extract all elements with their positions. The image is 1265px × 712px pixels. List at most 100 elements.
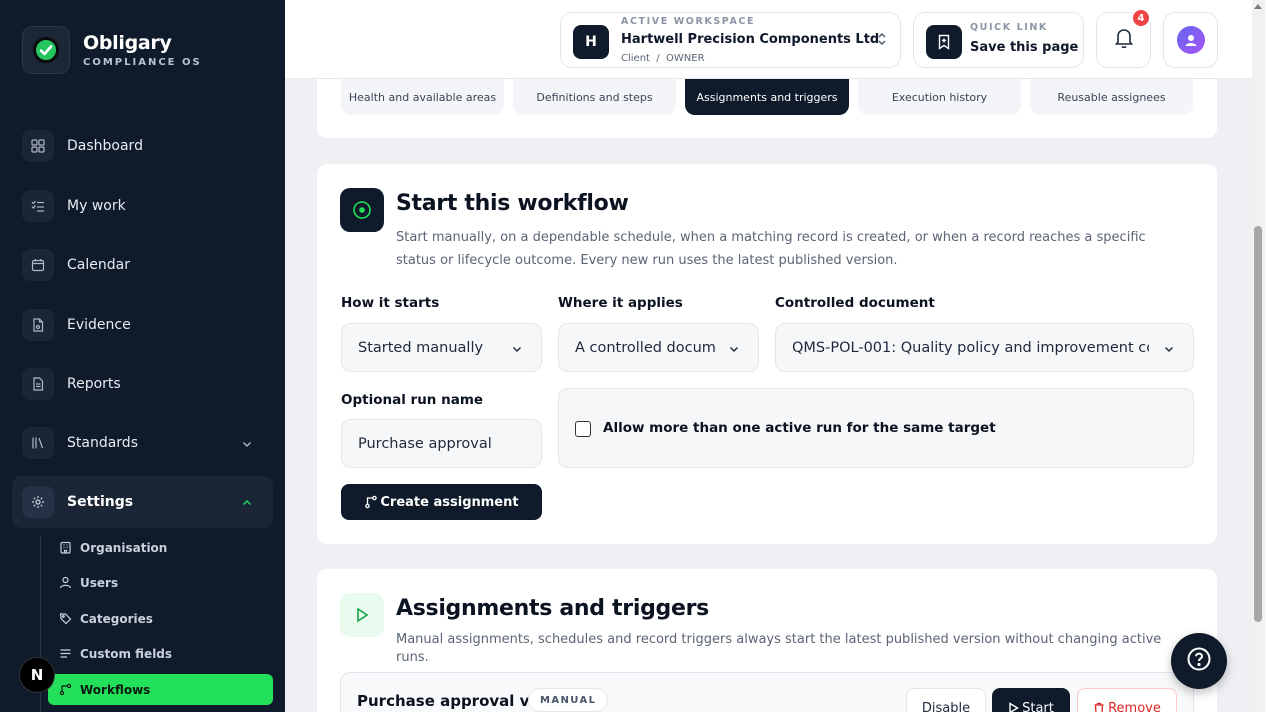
sub-item-organisation[interactable]: Organisation xyxy=(48,532,273,563)
how-it-starts-select[interactable]: Started manually xyxy=(341,323,542,372)
section-title: Start this workflow xyxy=(396,191,629,216)
assignments-card: Assignments and triggers Manual assignme… xyxy=(317,569,1217,712)
select-value: QMS-POL-001: Quality policy and improvem… xyxy=(792,339,1149,356)
sub-item-workflows[interactable]: Workflows xyxy=(48,674,273,705)
run-name-input[interactable]: Purchase approval xyxy=(341,419,542,468)
tab-health-and-available-areas[interactable]: Health and available areas xyxy=(341,79,504,115)
nav-item-standards[interactable]: Standards xyxy=(12,417,273,469)
play-icon xyxy=(1008,702,1019,712)
nav-item-settings[interactable]: Settings xyxy=(12,476,273,528)
workspace-meta: Client / OWNER xyxy=(621,53,705,64)
workspace-caption: ACTIVE WORKSPACE xyxy=(621,16,756,27)
chevron-down-icon xyxy=(241,435,253,454)
building-icon xyxy=(58,541,72,555)
nav-item-label: Evidence xyxy=(67,317,131,333)
scroll-up-arrow[interactable] xyxy=(1254,4,1262,9)
brand-logo xyxy=(22,26,70,74)
calendar-icon xyxy=(22,249,54,281)
top-bar: H ACTIVE WORKSPACE Hartwell Precision Co… xyxy=(285,0,1252,79)
sub-item-users[interactable]: Users xyxy=(48,567,273,598)
check-icon xyxy=(33,37,59,63)
button-label: Disable xyxy=(921,700,971,712)
bell-icon xyxy=(1114,27,1134,53)
chevron-down-icon xyxy=(728,343,740,359)
quick-link-caption: QUICK LINK xyxy=(970,22,1048,33)
allow-multiple-runs-option[interactable]: Allow more than one active run for the s… xyxy=(558,388,1194,468)
target-icon xyxy=(340,188,384,232)
tag-icon xyxy=(58,612,72,626)
assignment-type-badge: MANUAL xyxy=(528,688,609,712)
avatar xyxy=(1176,26,1205,54)
workspace-switcher[interactable]: H ACTIVE WORKSPACE Hartwell Precision Co… xyxy=(560,12,901,68)
button-label: Start xyxy=(1022,700,1054,712)
quick-link-save-page[interactable]: QUICK LINK Save this page xyxy=(913,12,1084,68)
controlled-document-select[interactable]: QMS-POL-001: Quality policy and improvem… xyxy=(775,323,1194,372)
sub-item-label: Users xyxy=(80,575,119,590)
tab-definitions-and-steps[interactable]: Definitions and steps xyxy=(513,79,676,115)
list-icon xyxy=(58,647,72,661)
checklist-icon xyxy=(22,190,54,222)
how-it-starts-label: How it starts xyxy=(341,295,440,311)
sub-item-custom-fields[interactable]: Custom fields xyxy=(48,638,273,669)
nav-item-dashboard[interactable]: Dashboard xyxy=(12,120,273,172)
nav-item-label: Calendar xyxy=(67,257,130,273)
workspace-avatar: H xyxy=(573,25,609,59)
section-description: Start manually, on a dependable schedule… xyxy=(396,230,1146,268)
where-it-applies-select[interactable]: A controlled docum xyxy=(558,323,759,372)
disable-button[interactable]: Disable xyxy=(906,688,986,712)
framework-badge[interactable]: N xyxy=(19,657,55,693)
nav-item-reports[interactable]: Reports xyxy=(12,358,273,410)
button-label: Create assignment xyxy=(380,494,519,510)
document-icon xyxy=(22,368,54,400)
nav-item-label: My work xyxy=(67,198,126,214)
sub-item-label: Workflows xyxy=(80,682,151,697)
controlled-document-label: Controlled document xyxy=(775,295,935,311)
brand-name: Obligary xyxy=(83,32,172,54)
tab-assignments-and-triggers[interactable]: Assignments and triggers xyxy=(685,79,849,115)
bookmark-plus-icon xyxy=(926,25,962,59)
library-icon xyxy=(22,427,54,459)
sub-item-categories[interactable]: Categories xyxy=(48,603,273,634)
nav-item-label: Dashboard xyxy=(67,138,143,154)
sub-item-label: Organisation xyxy=(80,540,168,555)
start-button[interactable]: Start xyxy=(992,688,1070,712)
chevron-up-icon xyxy=(241,494,253,513)
start-workflow-card: Start this workflow Start manually, on a… xyxy=(317,164,1217,544)
gear-icon xyxy=(22,486,54,518)
help-circle-icon xyxy=(1186,646,1212,676)
workflow-icon xyxy=(364,495,378,509)
select-value: Started manually xyxy=(358,339,484,356)
chevron-up-down-icon xyxy=(876,31,888,51)
allow-multiple-runs-checkbox[interactable] xyxy=(575,421,591,437)
nav-item-calendar[interactable]: Calendar xyxy=(12,239,273,291)
nav-item-my-work[interactable]: My work xyxy=(12,180,273,232)
button-label: Remove xyxy=(1108,700,1161,712)
workspace-name: Hartwell Precision Components Ltd xyxy=(621,32,880,47)
nav-item-label: Reports xyxy=(67,376,121,392)
create-assignment-button[interactable]: Create assignment xyxy=(341,484,542,520)
chevron-down-icon xyxy=(1163,343,1175,359)
sub-item-label: Categories xyxy=(80,611,153,626)
nav-item-label: Settings xyxy=(67,494,134,510)
help-button[interactable] xyxy=(1171,633,1227,689)
nav-item-evidence[interactable]: Evidence xyxy=(12,299,273,351)
section-description: Manual assignments, schedules and record… xyxy=(396,632,1162,665)
chevron-down-icon xyxy=(511,343,523,359)
grid-icon xyxy=(22,130,54,162)
notification-count-badge: 4 xyxy=(1131,8,1151,28)
play-icon xyxy=(340,593,384,637)
brand[interactable]: Obligary COMPLIANCE OS xyxy=(22,26,202,74)
user-menu-button[interactable] xyxy=(1163,12,1218,68)
workflow-icon xyxy=(58,683,72,697)
run-name-label: Optional run name xyxy=(341,392,484,408)
remove-button[interactable]: Remove xyxy=(1077,688,1177,712)
allow-multiple-runs-label: Allow more than one active run for the s… xyxy=(603,420,996,436)
input-value: Purchase approval xyxy=(358,435,492,452)
brand-subtitle: COMPLIANCE OS xyxy=(83,57,202,68)
quick-link-label: Save this page xyxy=(970,40,1079,55)
scrollbar-thumb[interactable] xyxy=(1254,226,1262,622)
tab-execution-history[interactable]: Execution history xyxy=(858,79,1021,115)
sidebar: Obligary COMPLIANCE OS Dashboard My work… xyxy=(0,0,285,712)
select-value: A controlled docum xyxy=(575,339,716,356)
tab-reusable-assignees[interactable]: Reusable assignees xyxy=(1030,79,1193,115)
